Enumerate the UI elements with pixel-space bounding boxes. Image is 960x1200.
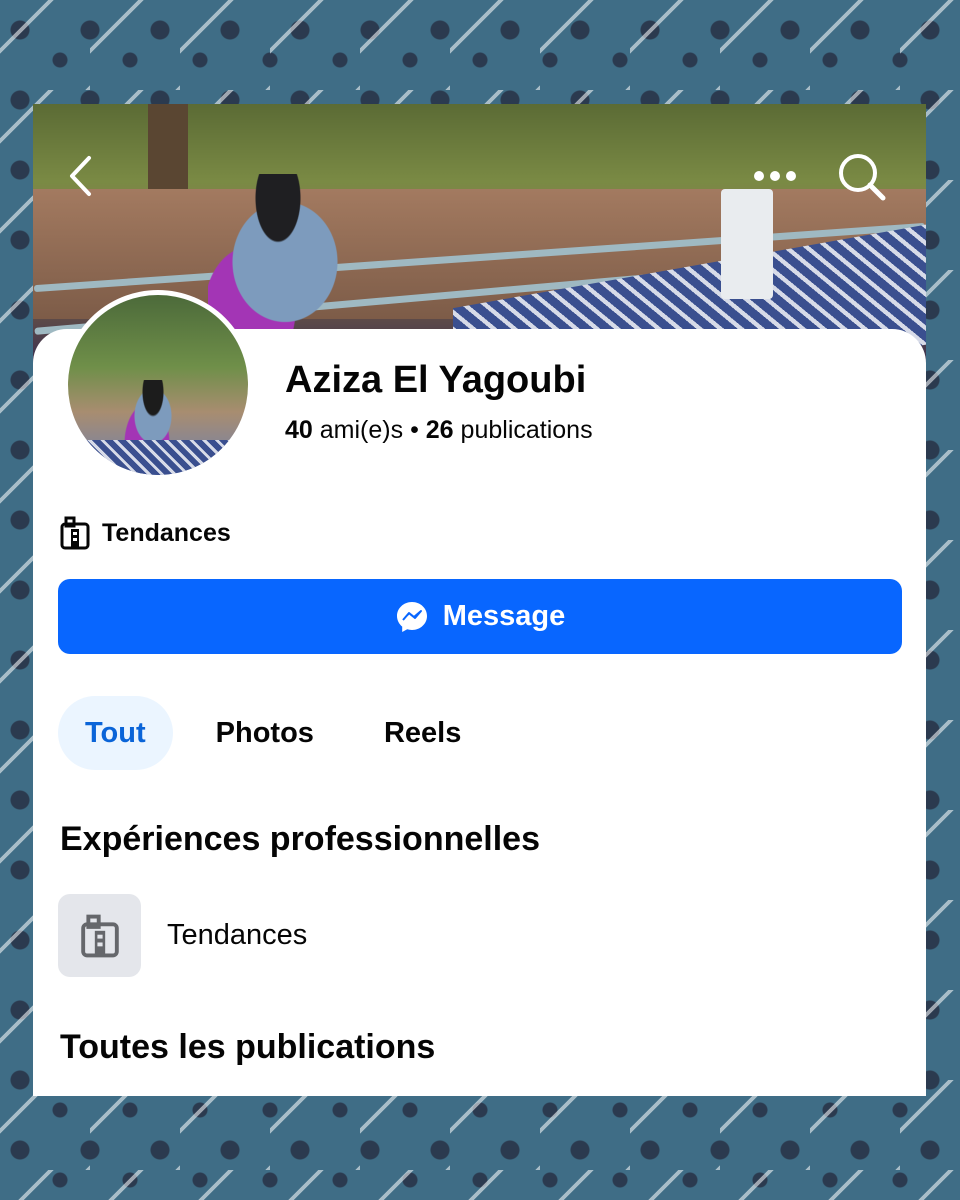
experience-item[interactable]: Tendances [58,894,307,977]
friends-count: 40 [285,416,313,444]
tab-reels[interactable]: Reels [357,696,488,770]
search-icon [839,154,886,201]
category-label: Tendances [102,518,231,547]
search-button[interactable] [833,148,891,206]
message-button[interactable]: Message [58,579,902,654]
avatar-tiles [68,440,248,475]
building-icon [80,914,119,957]
tab-tout[interactable]: Tout [58,696,173,770]
profile-stats[interactable]: 40 ami(e)s • 26 publications [285,416,593,445]
message-label: Message [442,600,566,632]
posts-count: 26 [425,416,454,444]
back-button[interactable] [61,154,101,198]
experience-icon-tile [58,894,141,977]
posts-label: publications [460,416,593,444]
profile-tabs: Tout Photos Reels [58,696,504,770]
experience-label: Tendances [167,919,308,951]
experience-section-title: Expériences professionnelles [60,820,540,858]
tab-photos[interactable]: Photos [189,696,341,770]
profile-category[interactable]: Tendances [60,516,231,550]
profile-screen: Aziza El Yagoubi 40 ami(e)s • 26 publica… [33,104,926,1096]
profile-name: Aziza El Yagoubi [285,359,587,401]
friends-label: ami(e)s [319,416,404,444]
avatar[interactable] [63,290,253,480]
back-chevron-icon [70,156,91,196]
stats-separator: • [410,416,419,444]
building-icon [60,516,90,550]
messenger-icon [396,601,427,632]
posts-section-title: Toutes les publications [60,1028,436,1066]
more-dots-icon [754,171,796,181]
cover-post [721,189,773,299]
more-options-button[interactable] [745,156,805,196]
avatar-photo [68,295,248,475]
cover-person [208,174,348,334]
